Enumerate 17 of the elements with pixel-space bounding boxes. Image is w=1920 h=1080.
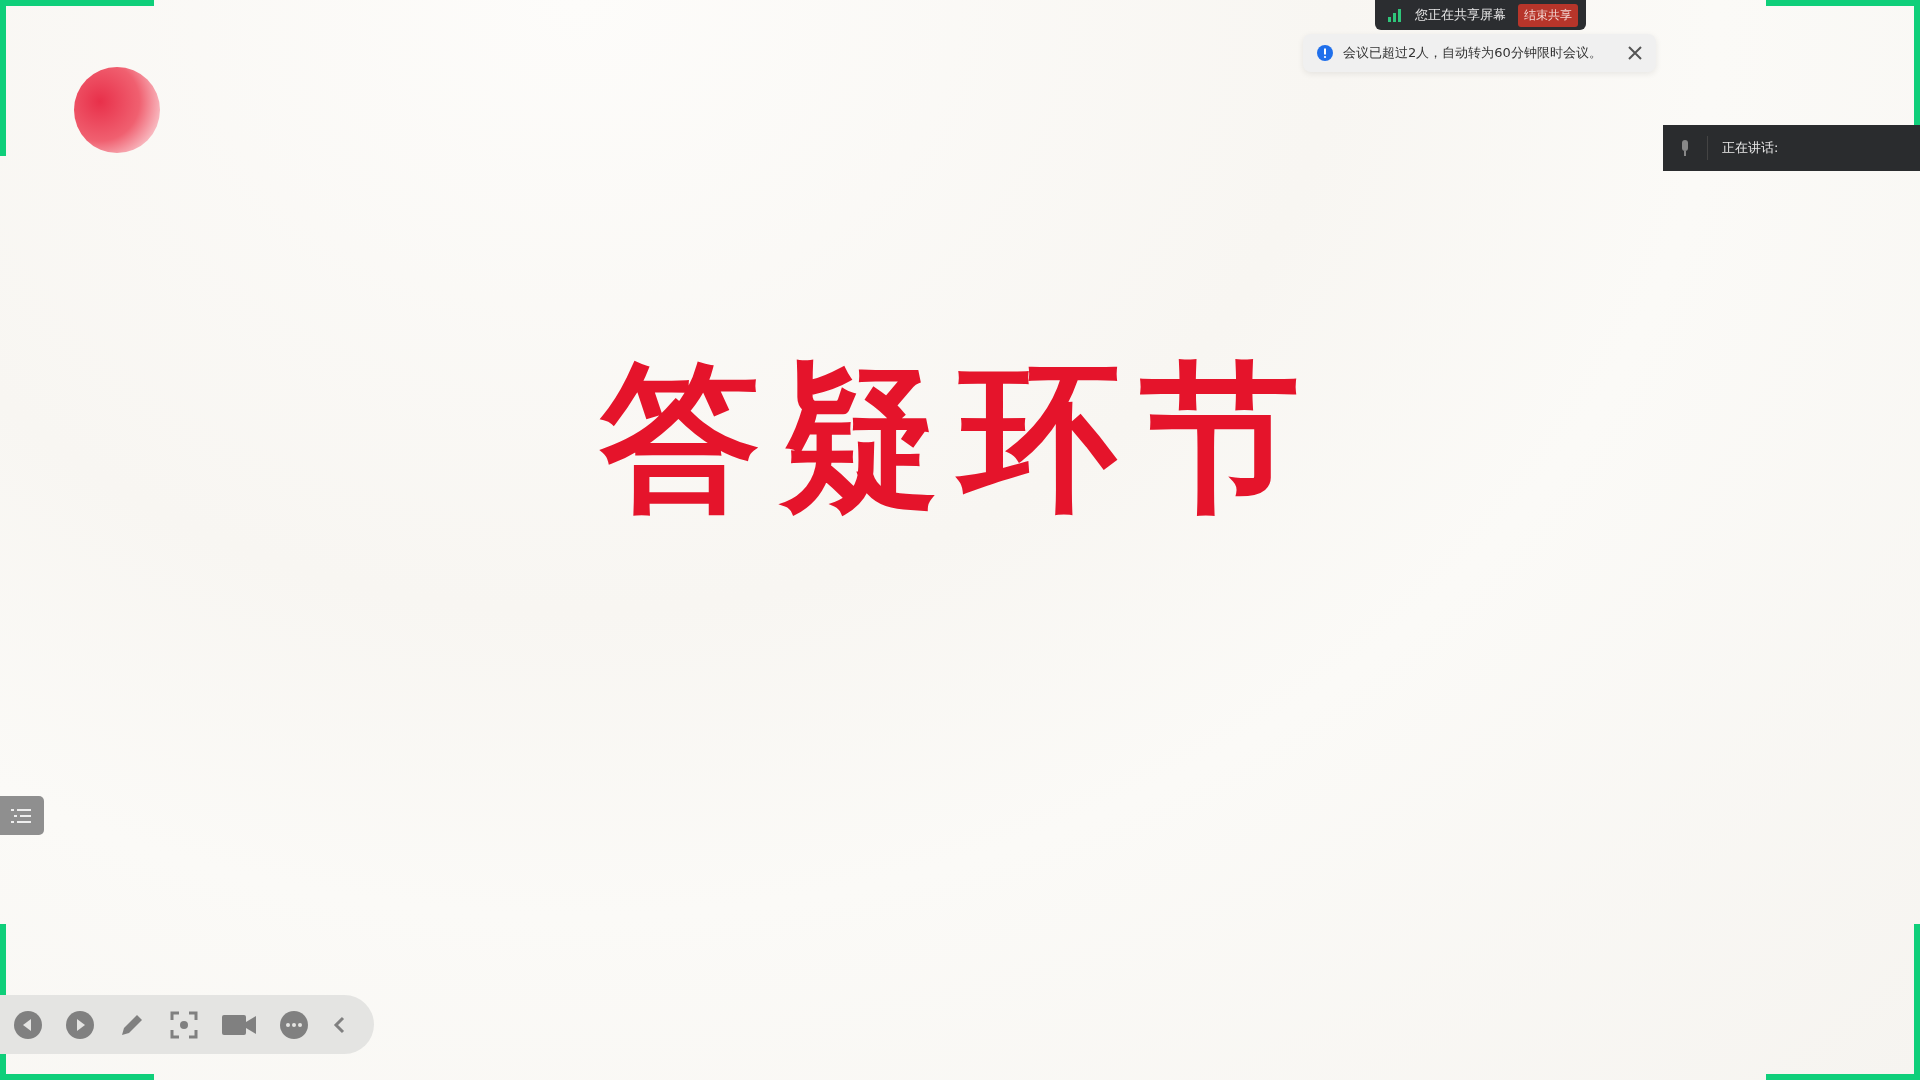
previous-button[interactable] [14, 1010, 42, 1039]
collapse-button[interactable] [332, 1014, 346, 1035]
info-icon [1317, 45, 1333, 61]
sharing-status: 您正在共享屏幕 [1415, 6, 1506, 24]
next-button[interactable] [66, 1010, 94, 1039]
list-button[interactable] [0, 796, 44, 835]
list-icon [11, 807, 33, 824]
close-button[interactable] [1627, 46, 1642, 60]
signal-icon [1387, 8, 1403, 22]
stop-sharing-button[interactable]: 结束共享 [1518, 3, 1578, 27]
slide-title: 答疑环节 [600, 342, 1320, 533]
more-button[interactable] [280, 1010, 308, 1039]
video-camera-button[interactable] [222, 1012, 256, 1037]
microphone-icon [1680, 140, 1690, 156]
notice-message: 会议已超过2人，自动转为60分钟限时会议。 [1343, 44, 1602, 62]
screenshot-button[interactable] [170, 1010, 198, 1039]
speaking-label: 正在讲话: [1722, 139, 1779, 157]
